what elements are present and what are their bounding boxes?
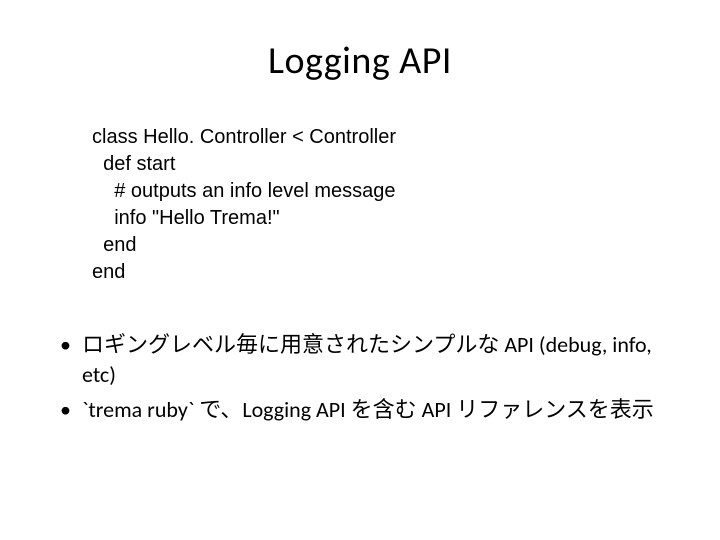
code-line: class Hello. Controller < Controller [92,124,670,151]
code-line: end [92,259,670,286]
code-line: end [92,232,670,259]
code-line: def start [92,151,670,178]
code-block: class Hello. Controller < Controller def… [92,124,670,286]
slide: Logging API class Hello. Controller < Co… [0,0,720,540]
code-line: info "Hello Trema!" [92,205,670,232]
bullet-item: ロギングレベル毎に用意されたシンプルな API (debug, info, et… [58,330,670,389]
bullet-item: `trema ruby` で、Logging API を含む API リファレン… [58,395,670,425]
bullet-list: ロギングレベル毎に用意されたシンプルな API (debug, info, et… [58,330,670,425]
slide-title: Logging API [50,38,670,84]
code-line: # outputs an info level message [92,178,670,205]
